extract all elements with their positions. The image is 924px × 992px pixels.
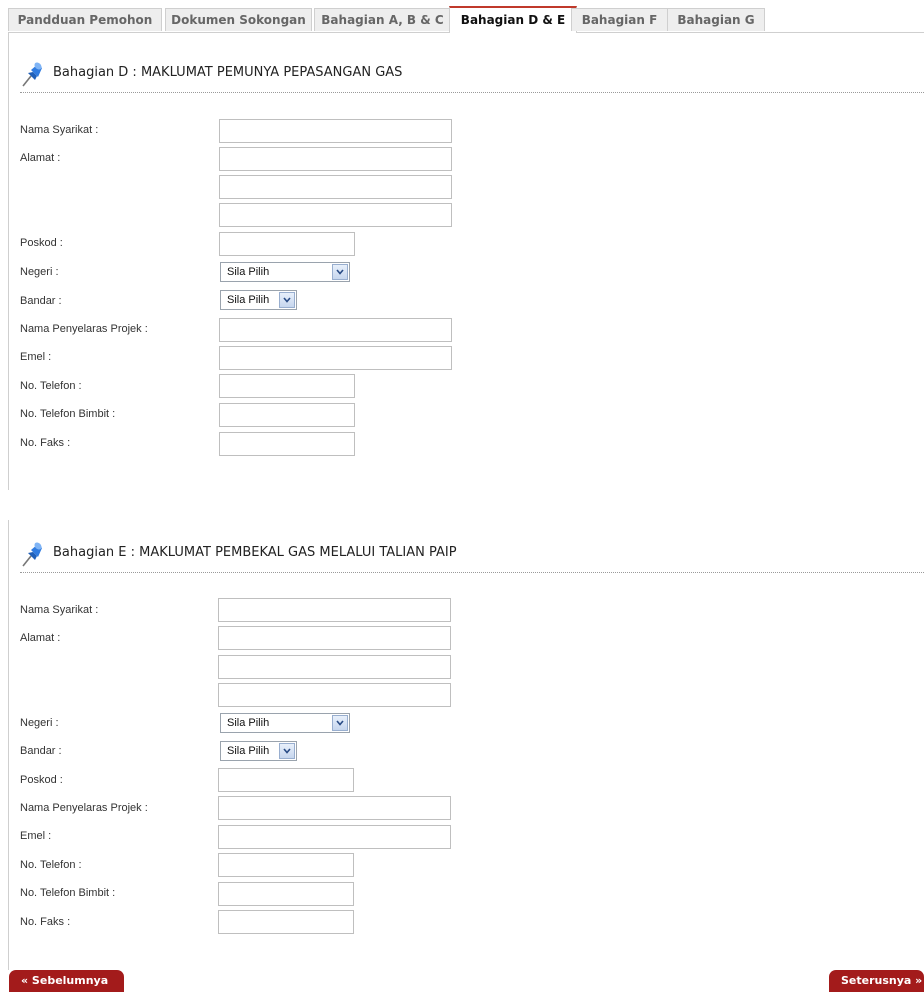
label-faks-d: No. Faks : bbox=[20, 437, 71, 449]
bandar-d-selected: Sila Pilih bbox=[227, 294, 270, 306]
section-e-header: Bahagian E : MAKLUMAT PEMBEKAL GAS MELAL… bbox=[20, 538, 924, 573]
previous-button[interactable]: « Sebelumnya bbox=[9, 970, 124, 992]
tab-bahagian-f[interactable]: Bahagian F bbox=[571, 8, 668, 31]
tab-panduan-pemohon[interactable]: Pandduan Pemohon bbox=[8, 8, 162, 31]
telefon-d-input[interactable] bbox=[219, 374, 355, 398]
label-bandar-d: Bandar : bbox=[20, 295, 62, 307]
negeri-d-select[interactable]: Sila Pilih bbox=[220, 262, 350, 282]
next-button[interactable]: Seterusnya » bbox=[829, 970, 924, 992]
alamat-e-line2-input[interactable] bbox=[218, 655, 451, 679]
label-nama-syarikat-d: Nama Syarikat : bbox=[20, 124, 99, 136]
label-poskod-d: Poskod : bbox=[20, 237, 63, 249]
tab-bahagian-g[interactable]: Bahagian G bbox=[667, 8, 765, 31]
bandar-e-select[interactable]: Sila Pilih bbox=[220, 741, 297, 761]
label-nama-penyelaras-d: Nama Penyelaras Projek : bbox=[20, 323, 148, 335]
emel-e-input[interactable] bbox=[218, 825, 451, 849]
label-emel-e: Emel : bbox=[20, 830, 52, 842]
bandar-d-select[interactable]: Sila Pilih bbox=[220, 290, 297, 310]
content-border bbox=[8, 520, 9, 970]
tab-bahagian-de[interactable]: Bahagian D & E bbox=[449, 6, 577, 33]
nama-penyelaras-e-input[interactable] bbox=[218, 796, 451, 820]
pushpin-icon bbox=[22, 62, 42, 87]
negeri-d-selected: Sila Pilih bbox=[227, 266, 270, 278]
label-telefon-d: No. Telefon : bbox=[20, 380, 82, 392]
emel-d-input[interactable] bbox=[219, 346, 452, 370]
label-faks-e: No. Faks : bbox=[20, 916, 71, 928]
content-border bbox=[8, 32, 9, 490]
telefon-e-input[interactable] bbox=[218, 853, 354, 877]
faks-d-input[interactable] bbox=[219, 432, 355, 456]
label-alamat-d: Alamat : bbox=[20, 152, 61, 164]
telefon-bimbit-d-input[interactable] bbox=[219, 403, 355, 427]
label-telefon-bimbit-d: No. Telefon Bimbit : bbox=[20, 408, 116, 420]
section-d-title: Bahagian D : MAKLUMAT PEMUNYA PEPASANGAN… bbox=[53, 65, 403, 80]
label-negeri-e: Negeri : bbox=[20, 717, 59, 729]
alamat-d-line1-input[interactable] bbox=[219, 147, 452, 171]
negeri-e-selected: Sila Pilih bbox=[227, 717, 270, 729]
label-nama-penyelaras-e: Nama Penyelaras Projek : bbox=[20, 802, 148, 814]
faks-e-input[interactable] bbox=[218, 910, 354, 934]
alamat-d-line3-input[interactable] bbox=[219, 203, 452, 227]
pushpin-icon bbox=[22, 542, 42, 567]
telefon-bimbit-e-input[interactable] bbox=[218, 882, 354, 906]
tab-bar: Pandduan Pemohon Dokumen Sokongan Bahagi… bbox=[8, 0, 924, 33]
tab-dokumen-sokongan[interactable]: Dokumen Sokongan bbox=[165, 8, 312, 31]
section-e-title: Bahagian E : MAKLUMAT PEMBEKAL GAS MELAL… bbox=[53, 545, 457, 560]
label-telefon-bimbit-e: No. Telefon Bimbit : bbox=[20, 887, 116, 899]
alamat-e-line3-input[interactable] bbox=[218, 683, 451, 707]
label-alamat-e: Alamat : bbox=[20, 632, 61, 644]
chevron-down-icon[interactable] bbox=[279, 743, 295, 759]
bandar-e-selected: Sila Pilih bbox=[227, 745, 270, 757]
label-poskod-e: Poskod : bbox=[20, 774, 63, 786]
chevron-down-icon[interactable] bbox=[332, 715, 348, 731]
label-telefon-e: No. Telefon : bbox=[20, 859, 82, 871]
label-negeri-d: Negeri : bbox=[20, 266, 59, 278]
poskod-e-input[interactable] bbox=[218, 768, 354, 792]
label-emel-d: Emel : bbox=[20, 351, 52, 363]
chevron-down-icon[interactable] bbox=[279, 292, 295, 308]
nama-syarikat-e-input[interactable] bbox=[218, 598, 451, 622]
alamat-e-line1-input[interactable] bbox=[218, 626, 451, 650]
label-nama-syarikat-e: Nama Syarikat : bbox=[20, 604, 99, 616]
label-bandar-e: Bandar : bbox=[20, 745, 62, 757]
nama-syarikat-d-input[interactable] bbox=[219, 119, 452, 143]
nama-penyelaras-d-input[interactable] bbox=[219, 318, 452, 342]
alamat-d-line2-input[interactable] bbox=[219, 175, 452, 199]
chevron-down-icon[interactable] bbox=[332, 264, 348, 280]
poskod-d-input[interactable] bbox=[219, 232, 355, 256]
section-d-header: Bahagian D : MAKLUMAT PEMUNYA PEPASANGAN… bbox=[20, 58, 924, 93]
tab-bahagian-abc[interactable]: Bahagian A, B & C bbox=[314, 8, 451, 31]
negeri-e-select[interactable]: Sila Pilih bbox=[220, 713, 350, 733]
